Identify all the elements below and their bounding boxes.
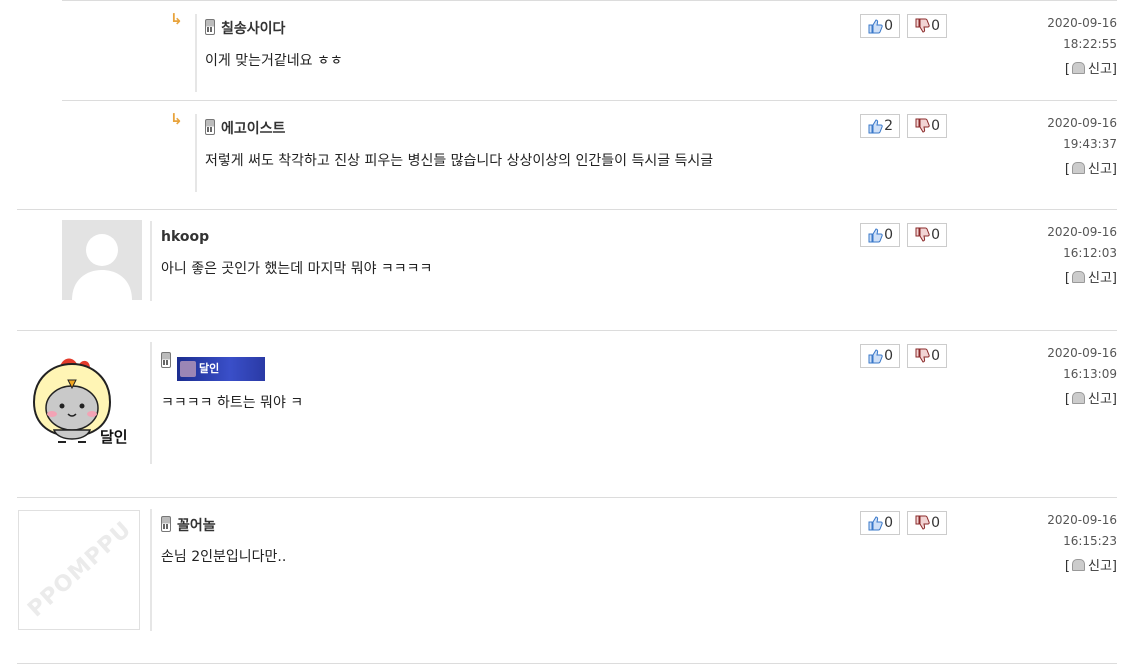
mobile-phone-icon <box>205 19 215 35</box>
comment-time: 16:12:03 <box>1063 246 1117 260</box>
like-button[interactable]: 2 <box>860 114 900 138</box>
like-button[interactable]: 0 <box>860 344 900 368</box>
dislike-button[interactable]: 0 <box>907 223 947 247</box>
author-nickname[interactable]: 꼴어놀 <box>161 515 216 535</box>
report-button[interactable]: [신고] <box>1065 158 1117 177</box>
dislike-count: 0 <box>931 348 940 364</box>
comment-time: 18:22:55 <box>1063 37 1117 51</box>
avatar: PPOMPPU <box>18 510 140 630</box>
divider <box>17 663 1117 664</box>
comment-datetime: 2020-09-16 16:12:03 <box>1047 222 1117 264</box>
thumbs-down-icon <box>915 18 930 33</box>
dislike-count: 0 <box>931 118 940 134</box>
nickname-image: 달인 <box>177 357 265 381</box>
author-nickname[interactable]: 칠송사이다 <box>205 18 285 38</box>
comment-item: 달인 달인 ㅋㅋㅋㅋ 하트는 뭐야 ㅋ 0 0 2020-09-16 16:13… <box>0 330 1128 497</box>
report-button[interactable]: [신고] <box>1065 267 1117 286</box>
indent-bar <box>195 14 197 92</box>
avatar-caption: 달인 <box>100 428 128 446</box>
dislike-count: 0 <box>931 18 940 34</box>
comment-text: ㅋㅋㅋㅋ 하트는 뭐야 ㅋ <box>161 395 304 411</box>
comment-date: 2020-09-16 <box>1047 16 1117 30</box>
report-bell-icon <box>1072 62 1085 74</box>
mobile-phone-icon <box>161 352 171 368</box>
report-button[interactable]: [신고] <box>1065 58 1117 77</box>
author-nickname[interactable]: hkoop <box>161 229 209 245</box>
reply-arrow-icon: ↳ <box>170 110 183 128</box>
dislike-button[interactable]: 0 <box>907 344 947 368</box>
indent-bar <box>150 342 152 464</box>
comment-text: 저렇게 써도 착각하고 진상 피우는 병신들 많습니다 상상이상의 인간들이 득… <box>205 153 714 169</box>
report-bell-icon <box>1072 271 1085 283</box>
comment-datetime: 2020-09-16 18:22:55 <box>1047 13 1117 55</box>
report-bell-icon <box>1072 162 1085 174</box>
thumbs-up-icon <box>868 119 883 134</box>
author-nickname[interactable]: 에고이스트 <box>205 118 285 138</box>
report-bell-icon <box>1072 392 1085 404</box>
thumbs-down-icon <box>915 348 930 363</box>
avatar <box>62 220 142 300</box>
thumbs-up-icon <box>868 349 883 364</box>
like-count: 2 <box>884 118 893 134</box>
mobile-phone-icon <box>205 119 215 135</box>
indent-bar <box>150 221 152 301</box>
like-count: 0 <box>884 18 893 34</box>
report-button[interactable]: [신고] <box>1065 388 1117 407</box>
thumbs-up-icon <box>868 19 883 34</box>
comment-text: 손님 2인분입니다만.. <box>161 549 287 565</box>
comment-date: 2020-09-16 <box>1047 346 1117 360</box>
thumbs-up-icon <box>868 516 883 531</box>
comment-time: 16:15:23 <box>1063 534 1117 548</box>
dislike-button[interactable]: 0 <box>907 511 947 535</box>
dislike-count: 0 <box>931 515 940 531</box>
indent-bar <box>150 509 152 631</box>
comment-datetime: 2020-09-16 19:43:37 <box>1047 113 1117 155</box>
like-count: 0 <box>884 515 893 531</box>
like-button[interactable]: 0 <box>860 14 900 38</box>
comment-datetime: 2020-09-16 16:13:09 <box>1047 343 1117 385</box>
comment-item: ↳ 칠송사이다 이게 맞는거같네요 ㅎㅎ 0 0 2020-09-16 18:2… <box>0 0 1128 100</box>
dislike-button[interactable]: 0 <box>907 114 947 138</box>
comment-date: 2020-09-16 <box>1047 116 1117 130</box>
report-button[interactable]: [신고] <box>1065 555 1117 574</box>
avatar-watermark: PPOMPPU <box>23 516 137 623</box>
comment-item: hkoop 아니 좋은 곳인가 했는데 마지막 뭐야 ㅋㅋㅋㅋ 0 0 2020… <box>0 209 1128 330</box>
thumbs-down-icon <box>915 227 930 242</box>
mobile-phone-icon <box>161 516 171 532</box>
default-user-icon <box>72 234 132 300</box>
comment-time: 16:13:09 <box>1063 367 1117 381</box>
comment-item: ↳ 에고이스트 저렇게 써도 착각하고 진상 피우는 병신들 많습니다 상상이상… <box>0 100 1128 209</box>
like-count: 0 <box>884 227 893 243</box>
comment-date: 2020-09-16 <box>1047 225 1117 239</box>
comment-datetime: 2020-09-16 16:15:23 <box>1047 510 1117 552</box>
reply-arrow-icon: ↳ <box>170 10 183 28</box>
like-count: 0 <box>884 348 893 364</box>
like-button[interactable]: 0 <box>860 223 900 247</box>
indent-bar <box>195 114 197 192</box>
dislike-button[interactable]: 0 <box>907 14 947 38</box>
avatar: 달인 <box>24 350 139 455</box>
comment-text: 이게 맞는거같네요 ㅎㅎ <box>205 53 343 69</box>
comment-item: PPOMPPU 꼴어놀 손님 2인분입니다만.. 0 0 2020-09-16 … <box>0 497 1128 663</box>
author-nickname[interactable]: 달인 <box>161 352 265 381</box>
comment-text: 아니 좋은 곳인가 했는데 마지막 뭐야 ㅋㅋㅋㅋ <box>161 261 433 277</box>
thumbs-up-icon <box>868 228 883 243</box>
comment-time: 19:43:37 <box>1063 137 1117 151</box>
comment-date: 2020-09-16 <box>1047 513 1117 527</box>
thumbs-down-icon <box>915 118 930 133</box>
like-button[interactable]: 0 <box>860 511 900 535</box>
thumbs-down-icon <box>915 515 930 530</box>
dislike-count: 0 <box>931 227 940 243</box>
report-bell-icon <box>1072 559 1085 571</box>
